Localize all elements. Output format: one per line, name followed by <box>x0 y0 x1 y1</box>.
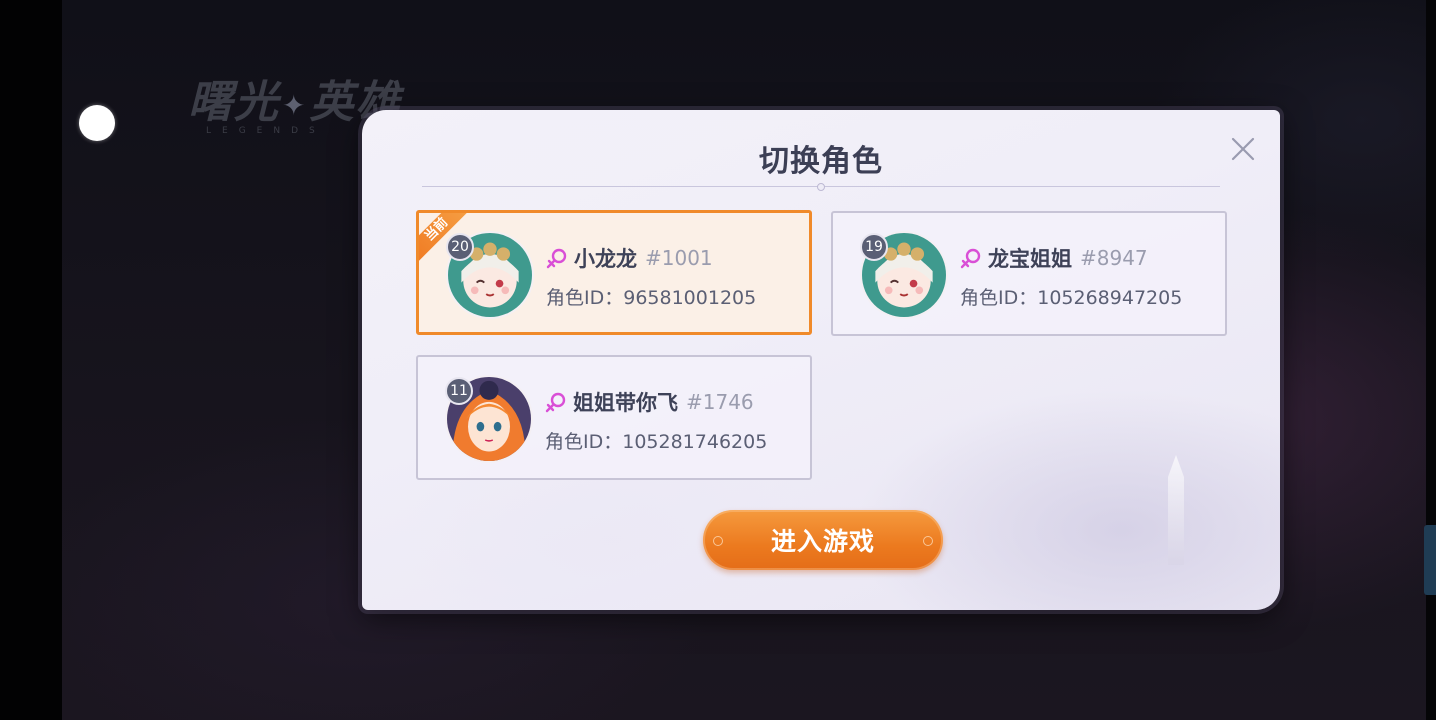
right-black-bar <box>1426 0 1436 720</box>
close-button[interactable] <box>1228 134 1258 164</box>
female-gender-icon <box>960 248 981 269</box>
role-name: 小龙龙 <box>574 247 637 271</box>
female-gender-icon <box>545 392 566 413</box>
background-tower-decoration <box>1168 455 1184 565</box>
logo-subtitle: LEGENDS <box>206 126 326 136</box>
role-card-2[interactable]: 19 龙宝姐姐 #8947 角色ID：105268947205 <box>831 211 1227 336</box>
level-badge: 20 <box>446 233 474 261</box>
dialog-title: 切换角色 <box>759 144 883 179</box>
role-card-1[interactable]: 当前 20 小龙龙 #1001 角色ID：96581001205 <box>416 210 812 335</box>
logo-star-icon: ✦ <box>282 88 308 122</box>
role-name: 姐姐带你飞 <box>573 391 678 415</box>
role-tag: #1746 <box>686 390 754 414</box>
floating-assistive-button[interactable] <box>79 105 115 141</box>
role-tag: #1001 <box>645 246 713 270</box>
divider-ornament <box>817 183 825 191</box>
role-name-row: 龙宝姐姐 #8947 <box>960 243 1148 273</box>
female-gender-icon <box>546 248 567 269</box>
role-card-3[interactable]: 11 姐姐带你飞 #1746 角色ID：105281746205 <box>416 355 812 480</box>
level-badge: 11 <box>445 377 473 405</box>
side-edge-tab[interactable] <box>1424 525 1436 595</box>
switch-role-dialog: 切换角色 当前 20 小龙龙 #1001 角色ID：96581001205 19… <box>362 110 1280 610</box>
role-id: 角色ID：105281746205 <box>545 431 768 453</box>
enter-game-button[interactable]: 进入游戏 <box>703 510 943 570</box>
role-name: 龙宝姐姐 <box>988 247 1072 271</box>
role-id: 角色ID：96581001205 <box>546 287 757 309</box>
role-id: 角色ID：105268947205 <box>960 287 1183 309</box>
level-badge: 19 <box>860 233 888 261</box>
role-tag: #8947 <box>1080 246 1148 270</box>
left-black-bar <box>0 0 62 720</box>
role-name-row: 姐姐带你飞 #1746 <box>545 387 754 417</box>
close-icon <box>1231 137 1255 161</box>
role-name-row: 小龙龙 #1001 <box>546 243 713 273</box>
